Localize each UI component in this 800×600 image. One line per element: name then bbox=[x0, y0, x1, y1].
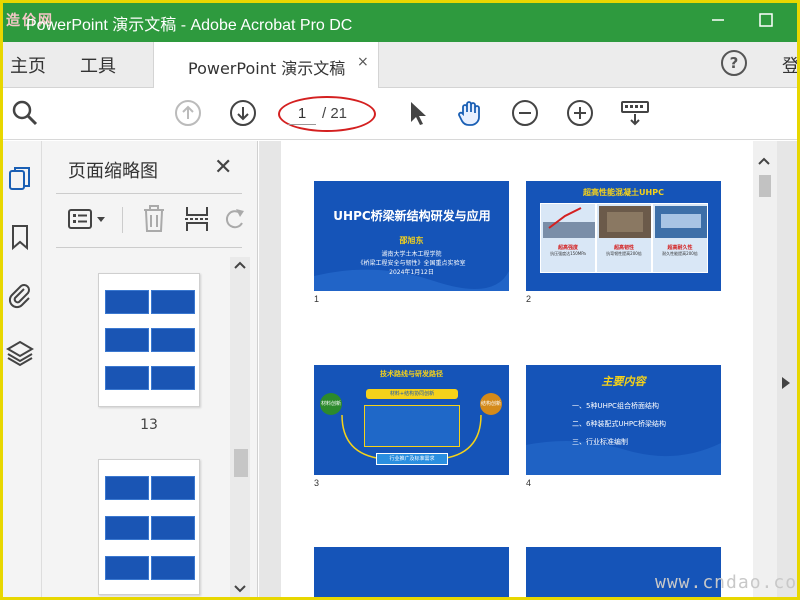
select-cursor-icon[interactable] bbox=[402, 98, 432, 128]
search-zoom-icon[interactable] bbox=[10, 98, 40, 128]
scroll-down-icon[interactable] bbox=[234, 585, 246, 593]
slide-panel: 超高强度 抗压强度达150MPa bbox=[540, 203, 596, 273]
thumbnail-options-icon[interactable] bbox=[68, 207, 108, 231]
scrollbar-thumb[interactable] bbox=[234, 449, 248, 477]
slide-2: 超高性能混凝土UHPC 超高强度 抗压强度达150MPa 超高韧性 抗弯韧性提高… bbox=[526, 181, 721, 291]
maximize-icon[interactable] bbox=[754, 8, 778, 32]
thumbnail-slide bbox=[151, 366, 195, 390]
thumbnail-slide bbox=[105, 366, 149, 390]
slide-title: 主要内容 bbox=[601, 375, 646, 388]
divider bbox=[56, 247, 242, 248]
hand-tool-icon[interactable] bbox=[455, 98, 485, 128]
thumbnail-slide bbox=[151, 476, 195, 500]
slide-item: 一、5种UHPC组合桥面结构 bbox=[572, 402, 659, 410]
panel-label: 超高强度 bbox=[557, 245, 578, 251]
slide-number: 3 bbox=[314, 478, 320, 488]
document-tab[interactable]: PowerPoint 演示文稿 × bbox=[153, 42, 379, 88]
slide-number: 4 bbox=[526, 478, 532, 488]
thumbnail-slide bbox=[151, 290, 195, 314]
panel-label: 超高韧性 bbox=[613, 245, 634, 251]
slide-author: 邵旭东 bbox=[399, 236, 424, 245]
slide-item: 二、6种装配式UHPC桥梁结构 bbox=[572, 420, 666, 428]
rotate-page-icon[interactable] bbox=[222, 205, 246, 233]
menu-home[interactable]: 主页 bbox=[10, 52, 46, 78]
slide-number: 2 bbox=[526, 294, 532, 304]
slide-1: UHPC桥梁新结构研发与应用 邵旭东 湖南大学土木工程学院 《桥梁工程安全与韧性… bbox=[314, 181, 509, 291]
thumbnail-slide bbox=[105, 290, 149, 314]
pdf-page: UHPC桥梁新结构研发与应用 邵旭东 湖南大学土木工程学院 《桥梁工程安全与韧性… bbox=[281, 141, 753, 600]
panel-text: 抗弯韧性提高200倍 bbox=[606, 251, 642, 256]
collapse-right-icon[interactable] bbox=[781, 375, 791, 389]
scroll-up-icon[interactable] bbox=[234, 261, 246, 269]
thumbnail-slide bbox=[151, 516, 195, 540]
tab-close-icon[interactable]: × bbox=[357, 54, 369, 70]
slide-panel: 超高韧性 抗弯韧性提高200倍 bbox=[596, 203, 652, 273]
page-down-icon[interactable] bbox=[228, 98, 258, 128]
page-thumbnail[interactable] bbox=[98, 273, 200, 407]
panel-toolbar bbox=[42, 199, 258, 239]
panel-scrollbar[interactable] bbox=[230, 257, 250, 600]
title-bar: 造价网 PowerPoint 演示文稿 - Adobe Acrobat Pro … bbox=[0, 0, 800, 42]
slide-5 bbox=[314, 547, 509, 600]
thumbnail-slide bbox=[105, 328, 149, 352]
thumbnail-slide bbox=[105, 556, 149, 580]
thumbnail-slide bbox=[151, 556, 195, 580]
document-view: UHPC桥梁新结构研发与应用 邵旭东 湖南大学土木工程学院 《桥梁工程安全与韧性… bbox=[259, 141, 800, 600]
attachment-icon[interactable] bbox=[6, 281, 34, 309]
menu-tools[interactable]: 工具 bbox=[80, 52, 116, 78]
login-link[interactable]: 登 bbox=[782, 52, 800, 78]
toolbar: / 21 bbox=[0, 88, 800, 140]
slide-line: 湖南大学土木工程学院 bbox=[381, 251, 442, 258]
page-number-input[interactable] bbox=[288, 103, 316, 125]
panel-close-icon[interactable]: ✕ bbox=[214, 155, 232, 180]
panel-title: 页面缩略图 bbox=[68, 161, 158, 182]
document-scrollbar[interactable] bbox=[753, 141, 777, 600]
thumbnail-label: 13 bbox=[140, 417, 158, 433]
minimize-icon[interactable] bbox=[706, 8, 730, 32]
slide-box: 行业推广及标准需求 bbox=[376, 453, 448, 465]
watermark: www.cndao.com bbox=[655, 572, 800, 593]
delete-page-icon[interactable] bbox=[142, 205, 166, 233]
slide-number: 1 bbox=[314, 294, 320, 304]
slide-4: 主要内容 一、5种UHPC组合桥面结构 二、6种装配式UHPC桥梁结构 三、行业… bbox=[526, 365, 721, 475]
slide-line: 《桥梁工程安全与韧性》全国重点实验室 bbox=[357, 260, 466, 267]
slide-title: UHPC桥梁新结构研发与应用 bbox=[333, 209, 491, 223]
scrollbar-thumb[interactable] bbox=[759, 175, 771, 197]
page-thumbnails-icon[interactable] bbox=[6, 165, 34, 193]
slide-line: 2024年1月12日 bbox=[389, 269, 434, 276]
divider bbox=[122, 207, 123, 233]
scroll-up-icon[interactable] bbox=[758, 157, 770, 165]
bookmark-icon[interactable] bbox=[6, 223, 34, 251]
extract-page-icon[interactable] bbox=[184, 205, 210, 233]
help-icon[interactable]: ? bbox=[721, 50, 747, 76]
thumbnail-slide bbox=[151, 328, 195, 352]
thumbnail-panel: 页面缩略图 ✕ 13 bbox=[42, 141, 258, 600]
window-title: PowerPoint 演示文稿 - Adobe Acrobat Pro DC bbox=[26, 17, 353, 34]
slide-3: 技术路线与研发路径 材料+结构协同创新 材料创新 结构创新 行业推广及标准需求 bbox=[314, 365, 509, 475]
panel-label: 超高耐久性 bbox=[667, 245, 693, 251]
page-navigator: / 21 bbox=[278, 96, 376, 132]
page-thumbnail[interactable] bbox=[98, 459, 200, 595]
thumbnail-slide bbox=[105, 516, 149, 540]
divider bbox=[56, 193, 242, 194]
keyboard-icon[interactable] bbox=[620, 98, 650, 128]
navigation-rail bbox=[0, 141, 42, 600]
zoom-out-icon[interactable] bbox=[510, 98, 540, 128]
slide-title: 超高性能混凝土UHPC bbox=[583, 188, 664, 197]
menu-bar: 主页 工具 PowerPoint 演示文稿 × ? 登 bbox=[0, 42, 800, 88]
page-total: / 21 bbox=[322, 105, 348, 122]
panel-text: 抗压强度达150MPa bbox=[550, 251, 586, 256]
page-up-icon[interactable] bbox=[173, 98, 203, 128]
document-tab-label: PowerPoint 演示文稿 bbox=[188, 59, 346, 78]
slide-panel: 超高耐久性 耐久性能提高200倍 bbox=[652, 203, 708, 273]
panel-text: 耐久性能提高200倍 bbox=[662, 251, 698, 256]
thumbnail-slide bbox=[105, 476, 149, 500]
slide-item: 三、行业标准编制 bbox=[572, 438, 628, 446]
zoom-in-icon[interactable] bbox=[565, 98, 595, 128]
layers-icon[interactable] bbox=[6, 339, 34, 367]
